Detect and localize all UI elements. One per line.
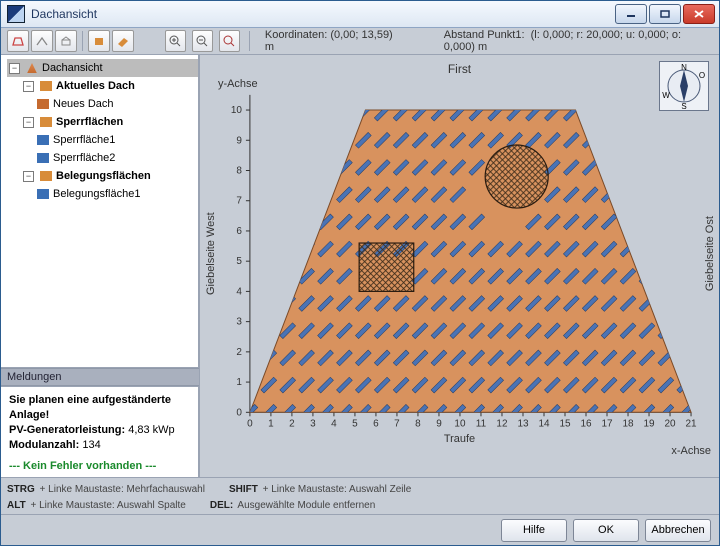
maximize-button[interactable]	[649, 4, 681, 24]
zoom-fit-icon[interactable]	[219, 30, 240, 52]
svg-text:6: 6	[236, 226, 242, 237]
compass-e: O	[699, 71, 705, 80]
svg-text:15: 15	[559, 418, 571, 429]
svg-text:4: 4	[331, 418, 337, 429]
help-button[interactable]: Hilfe	[501, 519, 567, 542]
tool-block-area-icon[interactable]	[88, 30, 110, 52]
svg-text:3: 3	[310, 418, 316, 429]
svg-text:10: 10	[454, 418, 466, 429]
svg-text:8: 8	[415, 418, 421, 429]
tree-belegungsflaeche-1[interactable]: Belegungsfläche1	[35, 185, 198, 203]
ok-button[interactable]: OK	[573, 519, 639, 542]
svg-text:0: 0	[236, 407, 242, 418]
app-icon	[7, 5, 25, 23]
svg-text:16: 16	[580, 418, 592, 429]
svg-text:2: 2	[289, 418, 295, 429]
tool-roof-gable-icon[interactable]	[31, 30, 53, 52]
zoom-out-icon[interactable]	[192, 30, 213, 52]
tree-aktuelles-dach[interactable]: −Aktuelles Dach	[21, 77, 198, 95]
svg-text:Giebelseite Ost: Giebelseite Ost	[704, 216, 716, 291]
svg-text:10: 10	[231, 105, 243, 116]
tree-neues-dach[interactable]: Neues Dach	[35, 95, 198, 113]
window-title: Dachansicht	[31, 7, 97, 21]
tool-roof-trapezoid-icon[interactable]	[7, 30, 29, 52]
svg-text:12: 12	[496, 418, 508, 429]
tree-root-dachansicht[interactable]: −Dachansicht	[7, 59, 198, 77]
block-area-icon	[37, 153, 49, 163]
tree-view[interactable]: −Dachansicht −Aktuelles Dach Neues Dach …	[1, 55, 199, 368]
title-bar: Dachansicht	[1, 1, 719, 28]
svg-text:4: 4	[236, 286, 242, 297]
svg-text:3: 3	[236, 317, 242, 328]
tool-dormer-icon[interactable]	[55, 30, 77, 52]
block-area-icon	[37, 135, 49, 145]
svg-text:7: 7	[394, 418, 400, 429]
svg-text:First: First	[448, 62, 472, 76]
toolbar: Koordinaten: (0,00; 13,59) m Abstand Pun…	[1, 28, 719, 55]
tree-sperrflaeche-1[interactable]: Sperrfläche1	[35, 131, 198, 149]
tree-sperrflaeche-2[interactable]: Sperrfläche2	[35, 149, 198, 167]
compass: N O S W	[659, 61, 709, 111]
coordinates-readout: Koordinaten: (0,00; 13,59) m	[265, 29, 398, 53]
svg-text:6: 6	[373, 418, 379, 429]
svg-text:Giebelseite West: Giebelseite West	[205, 212, 217, 295]
svg-text:5: 5	[352, 418, 358, 429]
svg-text:17: 17	[601, 418, 613, 429]
messages-header: Meldungen	[1, 368, 199, 386]
compass-w: W	[662, 91, 670, 100]
svg-text:7: 7	[236, 196, 242, 207]
tree-sperrflaechen[interactable]: −Sperrflächen	[21, 113, 198, 131]
svg-text:y-Achse: y-Achse	[218, 78, 258, 90]
module-area-icon	[37, 189, 49, 199]
folder-icon	[40, 171, 52, 181]
svg-text:13: 13	[517, 418, 529, 429]
close-button[interactable]	[683, 4, 715, 24]
tool-module-area-icon[interactable]	[112, 30, 134, 52]
roof-plot[interactable]: First y-Achse Traufe x-Achse Giebelseite Wes…	[200, 55, 719, 468]
svg-text:9: 9	[436, 418, 442, 429]
roof-item-icon	[37, 99, 49, 109]
svg-text:1: 1	[268, 418, 274, 429]
svg-text:9: 9	[236, 135, 242, 146]
compass-s: S	[681, 102, 686, 110]
svg-text:2: 2	[236, 347, 242, 358]
minimize-button[interactable]	[615, 4, 647, 24]
svg-text:19: 19	[643, 418, 655, 429]
dialog-buttons: Hilfe OK Abbrechen	[1, 514, 719, 545]
svg-text:0: 0	[247, 418, 253, 429]
tree-belegungsflaechen[interactable]: −Belegungsflächen	[21, 167, 198, 185]
roof-icon	[26, 63, 38, 73]
svg-text:21: 21	[685, 418, 697, 429]
svg-text:14: 14	[538, 418, 550, 429]
cancel-button[interactable]: Abbrechen	[645, 519, 711, 542]
svg-text:20: 20	[664, 418, 676, 429]
svg-text:8: 8	[236, 165, 242, 176]
svg-text:Traufe: Traufe	[444, 433, 475, 445]
zoom-in-icon[interactable]	[165, 30, 186, 52]
folder-icon	[40, 117, 52, 127]
svg-text:x-Achse: x-Achse	[671, 445, 711, 457]
compass-n: N	[681, 63, 687, 72]
roof-canvas[interactable]: First y-Achse Traufe x-Achse Giebelseite Wes…	[200, 55, 719, 477]
distance-readout: Abstand Punkt1: (l: 0,000; r: 20,000; u:…	[444, 29, 713, 53]
svg-text:5: 5	[236, 256, 242, 267]
svg-text:11: 11	[476, 418, 487, 429]
svg-text:1: 1	[236, 377, 242, 388]
messages-panel: Sie planen eine aufgeständerte Anlage! P…	[1, 386, 199, 477]
keyboard-hints-2: ALT + Linke Maustaste: Auswahl Spalte DE…	[1, 496, 719, 514]
svg-text:18: 18	[622, 418, 634, 429]
sidebar: −Dachansicht −Aktuelles Dach Neues Dach …	[1, 55, 200, 477]
folder-icon	[40, 81, 52, 91]
